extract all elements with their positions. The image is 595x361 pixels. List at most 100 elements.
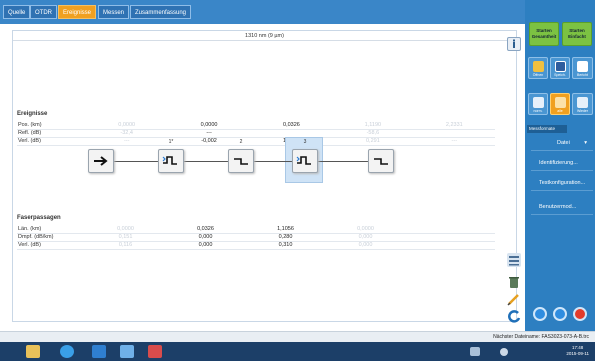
event-node-3[interactable] [292,149,318,173]
table-cell: 0,000 [325,241,405,250]
table-row[interactable]: Verl. (dB) 0,116 0,000 0,310 0,000 [17,241,495,250]
trace-icon [533,97,544,108]
explorer-icon[interactable] [26,345,40,358]
row-label: Län. (km) [17,225,85,234]
table-cell: 0,000 [165,241,245,250]
row-label: Verl. (dB) [17,137,85,146]
folder-icon [533,61,544,72]
event-number: 2 [239,139,243,145]
save-button[interactable]: Speich. [550,57,570,79]
clock[interactable]: 17:48 2015-09-11 [566,345,589,357]
table-cell: 0,0000 [167,121,250,130]
keyboard-icon[interactable] [470,347,480,356]
table-cell [412,129,495,138]
table-cell: 1,1190 [332,121,413,130]
edit-icon[interactable] [507,292,521,306]
view-all-label: alle [557,109,563,113]
list-icon[interactable] [507,253,521,267]
open-button[interactable]: Öffnen [528,57,548,79]
tab-measure[interactable]: Messen [98,5,130,19]
event-chain: 1* 2 3 [80,137,410,187]
section-label: Messformate [527,125,567,133]
menu-item-file[interactable]: Datei ▾ [531,136,593,151]
save-icon [555,61,566,72]
menu-item-label: Datei [557,140,570,146]
settings-round-button[interactable] [533,307,547,321]
event-node-2[interactable] [228,149,254,173]
clock-date: 2015-09-11 [566,351,589,356]
table-cell: 0,151 [85,233,165,242]
connector-event-icon [296,156,311,165]
event-number: 1* [168,139,174,145]
view-normal-label: norm. [533,109,543,113]
table-cell: 0,000 [325,233,405,242]
report-icon [577,61,588,72]
table-cell: --- [412,137,495,146]
viewer-icon[interactable] [148,345,162,358]
table-cell: -58,6 [332,129,413,138]
table-cell: --- [167,129,250,138]
otdr-app-icon[interactable] [120,345,134,358]
table-cell [249,129,333,138]
table-cell: 0,310 [245,241,325,250]
next-filename: Nächster Dateiname: FAS3023-073-A-B.trc [493,334,589,340]
view-restore-button[interactable]: Wieder [572,93,593,115]
table-cell: 0,0000 [325,225,405,234]
table-cell: 1,1056 [245,225,325,234]
table-cell: 0,0326 [165,225,245,234]
chevron-down-icon: ▾ [584,140,587,146]
menu-item-test-config[interactable]: Testkonfiguration... [531,176,593,191]
network-icon[interactable] [500,348,508,356]
table-row[interactable]: Dmpf. (dB/km) 0,151 0,000 0,280 0,000 [17,233,495,242]
status-bar: Nächster Dateiname: FAS3023-073-A-B.trc [0,331,595,342]
table-row[interactable]: Refl. (dB) -32,4 --- -58,6 [17,129,495,138]
tab-source[interactable]: Quelle [3,5,31,19]
table-cell: 0,116 [85,241,165,250]
row-label: Dmpf. (dB/km) [17,233,85,242]
menu-item-user-mode[interactable]: Benutzermod... [531,200,593,215]
event-node-launch[interactable] [88,149,114,173]
row-label: Pos. (km) [17,121,85,130]
start-full-button[interactable]: Starten Gesamtheit [529,22,559,46]
splice-event-icon [234,158,248,165]
tab-events[interactable]: Ereignisse [58,5,97,19]
help-round-button[interactable] [553,307,567,321]
save-label: Speich. [554,73,566,77]
table-cell: -32,4 [85,129,168,138]
events-section-title: Ereignisse [17,111,48,117]
event-number: 3 [303,139,307,145]
table-cell: 0,0000 [85,225,165,234]
wavelength-header[interactable]: 1310 nm (9 µm) [13,31,516,41]
event-node-1[interactable] [158,149,184,173]
fiber-table: Län. (km) 0,0000 0,0326 1,1056 0,0000 Dm… [17,225,495,250]
view-normal-button[interactable]: norm. [528,93,548,115]
delete-icon[interactable] [507,275,521,289]
info-icon[interactable] [507,37,521,51]
event-node-end[interactable] [368,149,394,173]
table-cell: 0,0000 [85,121,168,130]
trace-icon [555,97,566,108]
browser-icon[interactable] [60,345,74,358]
fiber-section-title: Faserpassagen [17,215,61,221]
taskbar: 17:48 2015-09-11 [0,342,595,361]
exit-round-button[interactable] [573,307,587,321]
table-cell: 0,000 [165,233,245,242]
table-row[interactable]: Pos. (km) 0,0000 0,0000 0,0326 1,1190 2,… [17,121,495,130]
view-restore-label: Wieder [576,109,589,113]
connector-event-icon [162,156,177,165]
app-icon[interactable] [92,345,106,358]
start-single-button[interactable]: Starten Einfacht [562,22,592,46]
refresh-icon[interactable] [507,309,521,323]
top-tab-bar: Quelle OTDR Ereignisse Messen Zusammenfa… [0,0,525,24]
menu-item-identification[interactable]: Identifizierung... [531,156,593,171]
tab-otdr[interactable]: OTDR [30,5,57,19]
report-button[interactable]: Bericht [572,57,593,79]
table-row[interactable]: Län. (km) 0,0000 0,0326 1,1056 0,0000 [17,225,495,234]
open-label: Öffnen [532,73,544,77]
trace-icon [577,97,588,108]
fiber-end-icon [374,158,388,165]
tab-summary[interactable]: Zusammenfassung [130,5,192,19]
view-all-button[interactable]: alle [550,93,570,115]
table-cell: 2,2331 [412,121,495,130]
table-cell: 0,280 [245,233,325,242]
